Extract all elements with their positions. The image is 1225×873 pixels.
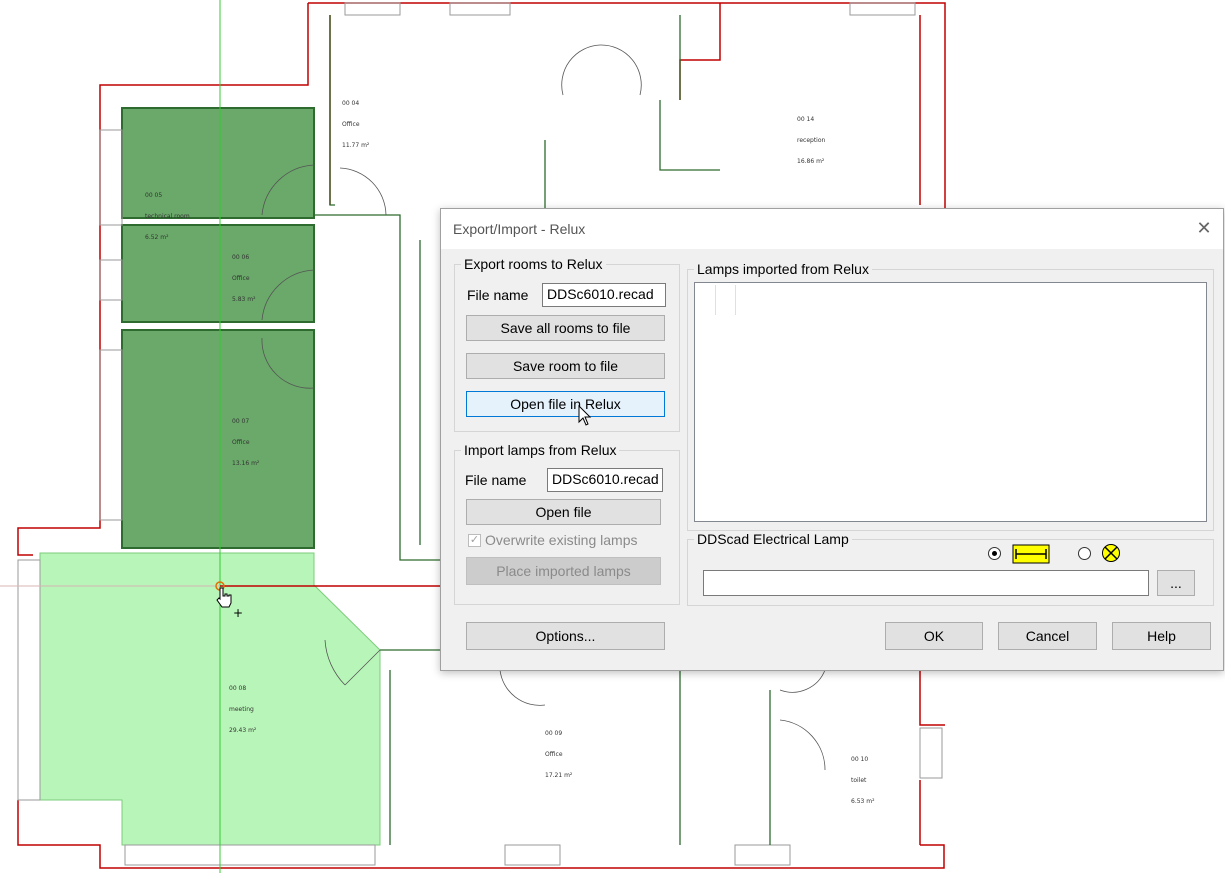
room-number: 00 14 <box>797 116 815 123</box>
save-room-button[interactable]: Save room to file <box>466 353 665 379</box>
help-button[interactable]: Help <box>1112 622 1211 650</box>
room-name: Office <box>545 751 563 758</box>
linear-lamp-icon <box>1012 544 1050 564</box>
close-icon[interactable]: ✕ <box>1193 215 1215 241</box>
lamps-imported-legend: Lamps imported from Relux <box>697 261 869 277</box>
import-lamps-legend: Import lamps from Relux <box>464 442 617 458</box>
room-name: reception <box>797 137 826 144</box>
point-lamp-radio[interactable] <box>1078 547 1091 560</box>
export-import-relux-dialog: Export/Import - Relux ✕ Export rooms to … <box>440 208 1224 671</box>
room-number: 00 07 <box>232 418 250 425</box>
room-area: 16.86 m² <box>797 158 825 165</box>
import-file-name-field[interactable]: DDSc6010.recad <box>547 468 663 492</box>
linear-lamp-radio[interactable] <box>988 547 1001 560</box>
room-name: Office <box>232 275 250 282</box>
room-label-00-05: 00 05 technical room 6.52 m² <box>145 178 190 248</box>
list-column-divider <box>735 285 736 315</box>
room-label-00-09: 00 09 Office 17.21 m² <box>545 716 572 786</box>
electrical-lamp-legend: DDScad Electrical Lamp <box>697 531 849 547</box>
room-label-00-14: 00 14 reception 16.86 m² <box>797 102 825 172</box>
open-file-button[interactable]: Open file <box>466 499 661 525</box>
room-name: Office <box>342 121 360 128</box>
room-00-07-fill[interactable] <box>121 329 315 549</box>
room-area: 13.16 m² <box>232 460 260 467</box>
room-label-00-08: 00 08 meeting 29.43 m² <box>229 671 256 741</box>
overwrite-lamps-checkbox[interactable]: ✓ <box>468 534 481 547</box>
ok-button[interactable]: OK <box>885 622 983 650</box>
dialog-title: Export/Import - Relux <box>453 221 586 237</box>
cancel-button[interactable]: Cancel <box>998 622 1097 650</box>
overwrite-lamps-label: Overwrite existing lamps <box>485 532 638 548</box>
open-file-in-relux-button[interactable]: Open file in Relux <box>466 391 665 417</box>
room-label-00-06: 00 06 Office 5.83 m² <box>232 240 256 310</box>
room-area: 17.21 m² <box>545 772 573 779</box>
plus-cursor-icon: + <box>233 606 243 620</box>
list-column-divider <box>715 285 716 315</box>
imported-lamps-list[interactable] <box>694 282 1207 522</box>
point-lamp-icon <box>1102 544 1120 562</box>
dialog-titlebar[interactable]: Export/Import - Relux ✕ <box>441 209 1223 249</box>
room-area: 6.53 m² <box>851 798 875 805</box>
room-area: 6.52 m² <box>145 234 169 241</box>
room-name: meeting <box>229 706 254 713</box>
room-name: Office <box>232 439 250 446</box>
room-number: 00 05 <box>145 192 163 199</box>
place-imported-lamps-button[interactable]: Place imported lamps <box>466 557 661 585</box>
room-area: 29.43 m² <box>229 727 257 734</box>
room-name: technical room <box>145 213 190 220</box>
save-all-rooms-button[interactable]: Save all rooms to file <box>466 315 665 341</box>
room-label-00-10: 00 10 toilet 6.53 m² <box>851 742 875 812</box>
room-label-00-07: 00 07 Office 13.16 m² <box>232 404 259 474</box>
options-button[interactable]: Options... <box>466 622 665 650</box>
room-number: 00 04 <box>342 100 360 107</box>
room-label-00-04: 00 04 Office 11.77 m² <box>342 86 369 156</box>
browse-button[interactable]: ... <box>1157 570 1195 596</box>
room-number: 00 08 <box>229 685 247 692</box>
export-file-name-label: File name <box>467 287 529 303</box>
room-00-08-fill[interactable] <box>39 552 381 846</box>
lamp-path-field[interactable] <box>703 570 1149 596</box>
room-number: 00 06 <box>232 254 250 261</box>
room-number: 00 09 <box>545 730 563 737</box>
room-number: 00 10 <box>851 756 869 763</box>
room-area: 11.77 m² <box>342 142 370 149</box>
arrow-cursor-icon <box>578 405 592 426</box>
export-file-name-field[interactable]: DDSc6010.recad <box>542 283 666 307</box>
import-file-name-label: File name <box>465 472 527 488</box>
room-area: 5.83 m² <box>232 296 256 303</box>
export-rooms-legend: Export rooms to Relux <box>464 256 603 272</box>
room-name: toilet <box>851 777 867 784</box>
